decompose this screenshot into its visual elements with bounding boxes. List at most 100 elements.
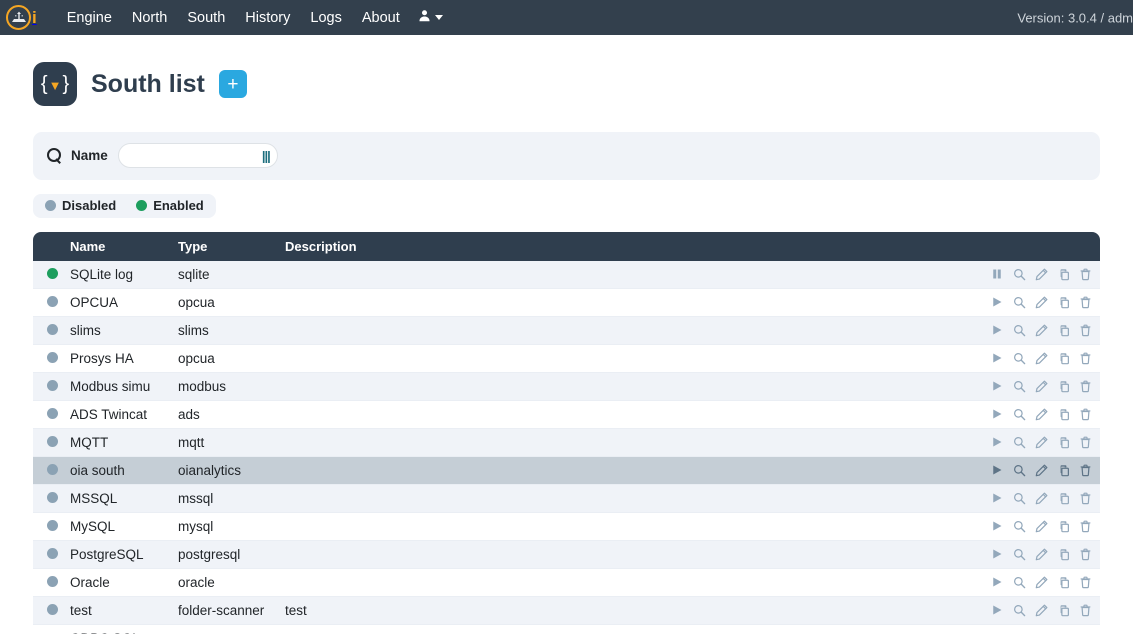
table-row[interactable]: test folder-scanner test — [33, 596, 1100, 625]
table-row[interactable]: MQTT mqtt — [33, 428, 1100, 457]
search-icon[interactable] — [1012, 547, 1026, 561]
delete-icon[interactable] — [1078, 435, 1092, 449]
search-icon[interactable] — [1012, 463, 1026, 477]
duplicate-icon[interactable] — [1056, 603, 1070, 617]
edit-icon[interactable] — [1034, 295, 1048, 309]
nav-link-about[interactable]: About — [352, 4, 410, 32]
duplicate-icon[interactable] — [1056, 547, 1070, 561]
edit-icon[interactable] — [1034, 491, 1048, 505]
row-actions-cell — [990, 596, 1100, 625]
search-icon[interactable] — [1012, 575, 1026, 589]
table-row[interactable]: MySQL mysql — [33, 512, 1100, 541]
edit-icon[interactable] — [1034, 435, 1048, 449]
add-south-button[interactable]: + — [218, 70, 247, 99]
play-icon[interactable] — [990, 463, 1004, 477]
row-name-cell: ADS Twincat — [70, 400, 178, 429]
delete-icon[interactable] — [1078, 323, 1092, 337]
edit-icon[interactable] — [1034, 547, 1048, 561]
edit-icon[interactable] — [1034, 519, 1048, 533]
table-row[interactable]: ODBC SQL Serverodbc — [33, 624, 1100, 634]
nav-link-history[interactable]: History — [235, 4, 300, 32]
edit-icon[interactable] — [1034, 379, 1048, 393]
duplicate-icon[interactable] — [1056, 463, 1070, 477]
search-icon[interactable] — [1012, 323, 1026, 337]
row-type-cell: opcua — [178, 288, 285, 317]
search-icon[interactable] — [1012, 407, 1026, 421]
play-icon[interactable] — [990, 323, 1004, 337]
delete-icon[interactable] — [1078, 575, 1092, 589]
edit-icon[interactable] — [1034, 575, 1048, 589]
play-icon[interactable] — [990, 519, 1004, 533]
delete-icon[interactable] — [1078, 603, 1092, 617]
duplicate-icon[interactable] — [1056, 575, 1070, 589]
play-icon[interactable] — [990, 295, 1004, 309]
play-icon[interactable] — [990, 575, 1004, 589]
play-icon[interactable] — [990, 379, 1004, 393]
table-row[interactable]: OPCUA opcua — [33, 288, 1100, 317]
search-icon[interactable] — [1012, 435, 1026, 449]
duplicate-icon[interactable] — [1056, 351, 1070, 365]
search-icon[interactable] — [1012, 519, 1026, 533]
pause-icon[interactable] — [990, 267, 1004, 281]
user-menu-button[interactable] — [410, 3, 451, 33]
row-type-cell: mqtt — [178, 428, 285, 457]
delete-icon[interactable] — [1078, 379, 1092, 393]
edit-icon[interactable] — [1034, 267, 1048, 281]
table-row[interactable]: Modbus simu modbus — [33, 372, 1100, 401]
row-name-cell: OPCUA — [70, 288, 178, 317]
search-icon[interactable] — [1012, 491, 1026, 505]
delete-icon[interactable] — [1078, 491, 1092, 505]
play-icon[interactable] — [990, 547, 1004, 561]
duplicate-icon[interactable] — [1056, 519, 1070, 533]
delete-icon[interactable] — [1078, 547, 1092, 561]
column-header-description: Description — [285, 231, 990, 261]
duplicate-icon[interactable] — [1056, 323, 1070, 337]
table-row[interactable]: ADS Twincat ads — [33, 400, 1100, 429]
duplicate-icon[interactable] — [1056, 407, 1070, 421]
table-row[interactable]: Oracle oracle — [33, 568, 1100, 597]
nav-link-logs[interactable]: Logs — [300, 4, 351, 32]
table-row[interactable]: Prosys HA opcua — [33, 344, 1100, 373]
table-row[interactable]: MSSQL mssql — [33, 484, 1100, 513]
table-row[interactable]: slims slims — [33, 316, 1100, 345]
edit-icon[interactable] — [1034, 407, 1048, 421]
play-icon[interactable] — [990, 435, 1004, 449]
search-icon[interactable] — [1012, 267, 1026, 281]
legend-label-enabled: Enabled — [153, 198, 204, 213]
duplicate-icon[interactable] — [1056, 435, 1070, 449]
delete-icon[interactable] — [1078, 295, 1092, 309]
status-dot-disabled-icon — [47, 351, 58, 363]
nav-link-engine[interactable]: Engine — [57, 4, 122, 32]
delete-icon[interactable] — [1078, 519, 1092, 533]
row-type-cell: mssql — [178, 484, 285, 513]
delete-icon[interactable] — [1078, 267, 1092, 281]
edit-icon[interactable] — [1034, 603, 1048, 617]
row-actions-cell — [990, 540, 1100, 569]
nav-link-south[interactable]: South — [177, 4, 235, 32]
search-icon[interactable] — [1012, 379, 1026, 393]
search-icon[interactable] — [1012, 295, 1026, 309]
search-input[interactable] — [117, 143, 278, 168]
brand-logo-link[interactable]: i — [0, 0, 43, 35]
table-row[interactable]: oia south oianalytics — [33, 456, 1100, 485]
play-icon[interactable] — [990, 407, 1004, 421]
edit-icon[interactable] — [1034, 463, 1048, 477]
edit-icon[interactable] — [1034, 323, 1048, 337]
duplicate-icon[interactable] — [1056, 491, 1070, 505]
duplicate-icon[interactable] — [1056, 295, 1070, 309]
delete-icon[interactable] — [1078, 407, 1092, 421]
nav-link-north[interactable]: North — [122, 4, 177, 32]
table-row[interactable]: PostgreSQL postgresql — [33, 540, 1100, 569]
table-row[interactable]: SQLite log sqlite — [33, 260, 1100, 289]
search-icon[interactable] — [1012, 351, 1026, 365]
duplicate-icon[interactable] — [1056, 379, 1070, 393]
play-icon[interactable] — [990, 351, 1004, 365]
search-icon[interactable] — [1012, 603, 1026, 617]
search-name-label: Name — [71, 148, 108, 163]
edit-icon[interactable] — [1034, 351, 1048, 365]
play-icon[interactable] — [990, 491, 1004, 505]
duplicate-icon[interactable] — [1056, 267, 1070, 281]
delete-icon[interactable] — [1078, 463, 1092, 477]
play-icon[interactable] — [990, 603, 1004, 617]
delete-icon[interactable] — [1078, 351, 1092, 365]
